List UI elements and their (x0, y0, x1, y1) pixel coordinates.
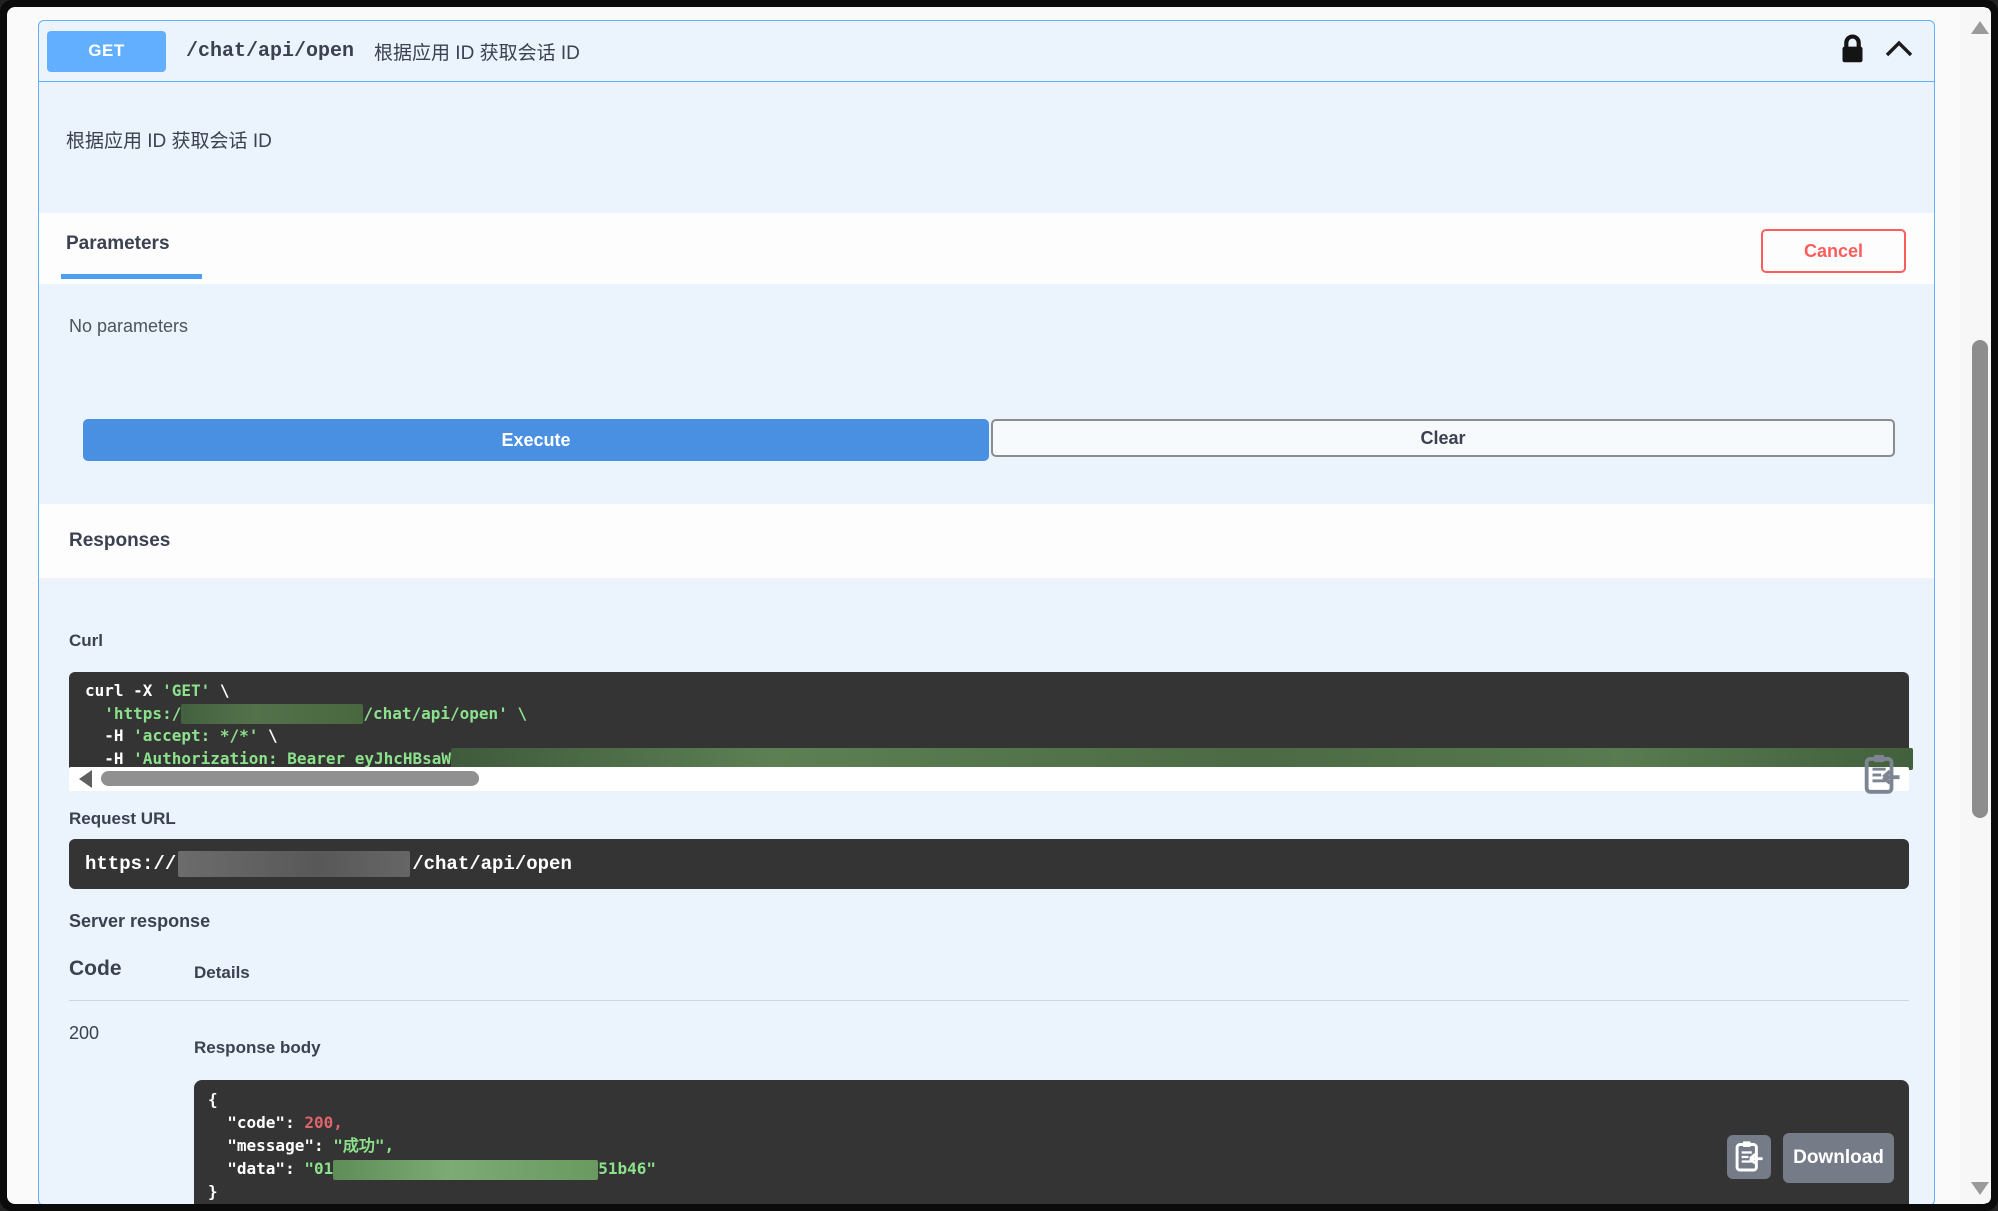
cancel-button[interactable]: Cancel (1761, 229, 1906, 273)
redacted-session-id (333, 1160, 598, 1180)
curl-horizontal-scrollbar[interactable] (69, 767, 1909, 791)
collapse-chevron-icon[interactable] (1882, 38, 1916, 65)
scroll-left-arrow-icon[interactable] (79, 770, 92, 788)
request-url-block: https:// /chat/api/open (69, 839, 1909, 889)
execute-row: Execute Clear (83, 419, 1895, 461)
summary-icons (1839, 34, 1924, 69)
request-url-suffix: /chat/api/open (412, 853, 572, 875)
api-operation-block: GET /chat/api/open 根据应用 ID 获取会话 ID (38, 20, 1935, 1206)
execute-button[interactable]: Execute (83, 419, 989, 461)
curl-accept-line: -H 'accept: */*' \ (85, 726, 278, 745)
tab-parameters[interactable]: Parameters (61, 213, 202, 279)
operation-summary-bar[interactable]: GET /chat/api/open 根据应用 ID 获取会话 ID (39, 21, 1934, 82)
operation-description-section: 根据应用 ID 获取会话 ID (39, 83, 1934, 213)
request-url-label: Request URL (69, 809, 176, 829)
json-data-line: "data": "0151b46" (208, 1159, 656, 1178)
details-column-header: Details (194, 963, 250, 983)
responses-title: Responses (69, 530, 170, 552)
http-method-badge: GET (47, 31, 166, 72)
response-body-label: Response body (194, 1038, 321, 1058)
endpoint-path: /chat/api/open (186, 40, 354, 63)
redacted-host (178, 851, 410, 877)
server-response-label: Server response (69, 911, 210, 932)
responses-header-bar: Responses (39, 504, 1934, 579)
parameters-header-bar: Parameters Cancel (39, 213, 1934, 284)
copy-response-button[interactable] (1727, 1135, 1771, 1179)
redacted-host (181, 704, 363, 724)
lock-icon[interactable] (1839, 34, 1866, 69)
curl-command: curl -X 'GET' \ (85, 681, 230, 700)
no-parameters-text: No parameters (69, 316, 188, 337)
status-code: 200 (69, 1023, 99, 1044)
json-code-line: "code": 200, (208, 1113, 343, 1132)
curl-code-block[interactable]: curl -X 'GET' \ 'https://chat/api/open' … (69, 672, 1909, 778)
curl-auth-line: -H 'Authorization: Bearer eyJhcHBsaW (85, 749, 1913, 768)
scroll-up-arrow-icon[interactable] (1971, 21, 1989, 34)
json-open-brace: { (208, 1090, 218, 1109)
download-button[interactable]: Download (1783, 1133, 1894, 1183)
app-window: GET /chat/api/open 根据应用 ID 获取会话 ID (0, 0, 1998, 1211)
horizontal-scroll-thumb[interactable] (101, 771, 479, 786)
code-column-header: Code (69, 957, 122, 981)
curl-label: Curl (69, 631, 103, 651)
copy-curl-button[interactable] (1863, 753, 1903, 799)
response-body-block[interactable]: { "code": 200, "message": "成功", "data": … (194, 1080, 1909, 1206)
vertical-scroll-thumb[interactable] (1972, 340, 1988, 818)
endpoint-summary: 根据应用 ID 获取会话 ID (374, 38, 580, 65)
curl-url-line: 'https://chat/api/open' \ (85, 704, 527, 723)
json-message-line: "message": "成功", (208, 1136, 394, 1155)
scroll-down-arrow-icon[interactable] (1971, 1182, 1989, 1195)
operation-description: 根据应用 ID 获取会话 ID (66, 126, 272, 153)
clear-button[interactable]: Clear (991, 419, 1895, 457)
request-url-prefix: https:// (85, 853, 176, 875)
table-divider (69, 1000, 1909, 1001)
json-close-brace: } (208, 1182, 218, 1201)
